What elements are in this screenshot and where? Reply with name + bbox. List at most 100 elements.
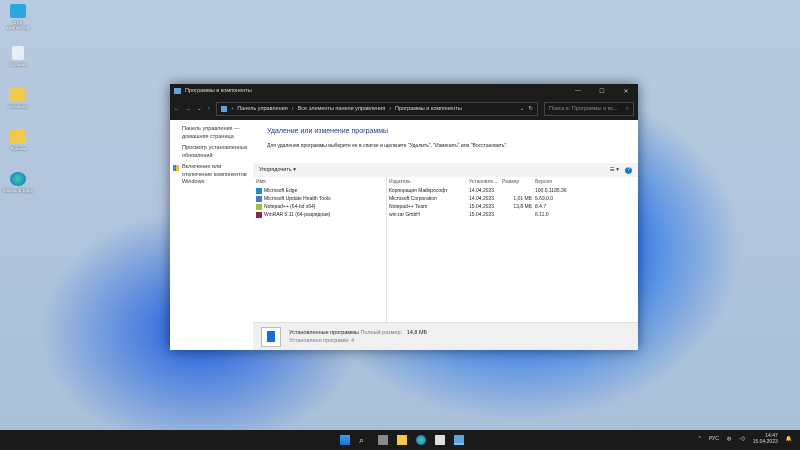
column-size[interactable]: Размер (502, 179, 535, 185)
column-version[interactable]: Версия (535, 179, 585, 185)
details-title: Установленные программы (289, 330, 359, 336)
address-dropdown-button[interactable]: ⌄ (520, 106, 525, 112)
column-name[interactable]: Имя (253, 179, 389, 185)
cell-publisher: Notepad++ Team (389, 204, 469, 210)
table-row[interactable]: Notepad++ (64-bit x64) Notepad++ Team15.0… (253, 203, 638, 211)
cell-publisher: Корпорация Майкрософт (389, 188, 469, 194)
toolbar: Упорядочить ▾ ☰ ▾? (253, 163, 638, 177)
control-panel-task-icon[interactable] (454, 435, 464, 445)
program-name: Notepad++ (64-bit x64) (264, 204, 315, 210)
total-size: 14,8 МБ (407, 330, 427, 336)
close-button[interactable]: ✕ (614, 88, 638, 95)
details-pane: Установленные программы Полный размер: 1… (253, 322, 638, 350)
cell-version: 8.4.7 (535, 204, 585, 210)
cell-version: 5.69.0.0 (535, 196, 585, 202)
minimize-button[interactable]: — (566, 88, 590, 95)
refresh-button[interactable]: ↻ (528, 106, 533, 112)
language-indicator[interactable]: РУС (709, 436, 719, 442)
system-tray: ^ РУС ◍ ◁) 14:4715.04.2023 🔔 (698, 433, 792, 445)
store-icon[interactable] (435, 435, 445, 445)
back-button[interactable]: ← (174, 106, 180, 112)
network-icon[interactable]: ◍ (727, 436, 731, 442)
search-icon[interactable]: ⌕ (359, 435, 369, 445)
cell-name: Microsoft Edge (253, 188, 389, 194)
main-pane: Удаление или изменение программы Для уда… (253, 120, 638, 350)
label: Этот компьютер (7, 20, 30, 30)
program-icon (256, 204, 262, 210)
cell-installed: 14.04.2023 (469, 196, 502, 202)
program-icon (256, 188, 262, 194)
left-pane: Панель управления — домашняя страница Пр… (170, 120, 252, 350)
control-panel-icon (221, 106, 227, 112)
address-bar[interactable]: › Панель управления › Все элементы панел… (216, 102, 538, 116)
breadcrumb-programs[interactable]: Программы и компоненты (395, 106, 462, 112)
help-icon[interactable]: ? (625, 167, 632, 174)
cell-size: 13,8 МБ (502, 204, 535, 210)
taskbar: ⌕ ^ РУС ◍ ◁) 14:4715.04.2023 🔔 (0, 430, 800, 450)
table-row[interactable]: Microsoft EdgeКорпорация Майкрософт14.04… (253, 187, 638, 195)
desktop-icon-folder[interactable]: Ярлыки (2, 130, 34, 151)
navigation-bar: ← → ⌄ ↑ › Панель управления › Все элемен… (170, 98, 638, 120)
file-explorer-icon[interactable] (397, 435, 407, 445)
programs-list: Имя Издатель Установле... Размер Версия … (253, 177, 638, 322)
clock[interactable]: 14:4715.04.2023 (753, 433, 778, 445)
label: Activators (8, 104, 28, 109)
search-placeholder: Поиск в: Программы и ко... (549, 106, 618, 112)
label: Microsoft Edge (3, 188, 33, 193)
programs-window: Программы и компоненты — ☐ ✕ ← → ⌄ ↑ › П… (170, 84, 638, 350)
recent-locations-button[interactable]: ⌄ (197, 106, 202, 112)
separator: › (231, 106, 233, 112)
list-header: Имя Издатель Установле... Размер Версия (253, 177, 638, 187)
window-title: Программы и компоненты (185, 88, 252, 94)
program-icon (256, 212, 262, 218)
cell-publisher: win.rar GmbH (389, 212, 469, 218)
cell-installed: 15.04.2023 (469, 204, 502, 210)
organize-button[interactable]: Упорядочить ▾ (259, 167, 296, 173)
page-description: Для удаления программы выберите ее в спи… (267, 143, 638, 149)
desktop-icon-folder[interactable]: Activators (2, 88, 34, 109)
link-windows-features[interactable]: Включение или отключение компонентов Win… (182, 164, 248, 187)
volume-icon[interactable]: ◁) (739, 436, 745, 442)
program-name: Microsoft Update Health Tools (264, 196, 331, 202)
breadcrumb-all-items[interactable]: Все элементы панели управления (298, 106, 386, 112)
separator: › (292, 106, 294, 112)
link-view-updates[interactable]: Просмотр установленных обновлений (182, 145, 248, 160)
column-publisher[interactable]: Издатель (389, 179, 469, 185)
up-button[interactable]: ↑ (208, 106, 211, 112)
forward-button[interactable]: → (186, 106, 192, 112)
cell-publisher: Microsoft Corporation (389, 196, 469, 202)
size-label: Полный размер: (360, 330, 402, 336)
program-name: WinRAR 6.11 (64-разрядная) (264, 212, 330, 218)
link-control-panel-home[interactable]: Панель управления — домашняя страница (182, 126, 248, 141)
cell-name: WinRAR 6.11 (64-разрядная) (253, 212, 389, 218)
date: 15.04.2023 (753, 439, 778, 445)
column-installed[interactable]: Установле... (469, 179, 502, 185)
title-bar: Программы и компоненты — ☐ ✕ (170, 84, 638, 98)
cell-version: 6.11.0 (535, 212, 585, 218)
cell-version: 100.0.1185.36 (535, 188, 585, 194)
label: Корзина (9, 62, 26, 67)
label: Включение или отключение компонентов Win… (182, 164, 247, 185)
view-options-button[interactable]: ☰ ▾ (610, 167, 619, 173)
breadcrumb-control-panel[interactable]: Панель управления (237, 106, 288, 112)
show-hidden-icons-button[interactable]: ^ (698, 436, 700, 442)
start-icon[interactable] (340, 435, 350, 445)
separator: › (389, 106, 391, 112)
table-row[interactable]: WinRAR 6.11 (64-разрядная) win.rar GmbH15… (253, 211, 638, 219)
program-count: Установлено программ: 4 (289, 338, 427, 344)
label: Ярлыки (10, 146, 26, 151)
search-input[interactable]: Поиск в: Программы и ко... ⌕ (544, 102, 634, 116)
cell-name: Notepad++ (64-bit x64) (253, 204, 389, 210)
table-row[interactable]: Microsoft Update Health Tools Microsoft C… (253, 195, 638, 203)
notification-icon[interactable]: 🔔 (786, 436, 792, 442)
desktop-icon-this-pc[interactable]: Этот компьютер (2, 4, 34, 30)
task-view-icon[interactable] (378, 435, 388, 445)
desktop-icon-edge[interactable]: Microsoft Edge (2, 172, 34, 193)
maximize-button[interactable]: ☐ (590, 88, 614, 95)
edge-icon[interactable] (416, 435, 426, 445)
programs-icon (261, 327, 281, 347)
cell-installed: 15.04.2023 (469, 212, 502, 218)
column-divider (386, 177, 387, 322)
desktop-icon-recycle-bin[interactable]: Корзина (2, 46, 34, 67)
page-title: Удаление или изменение программы (267, 128, 638, 135)
